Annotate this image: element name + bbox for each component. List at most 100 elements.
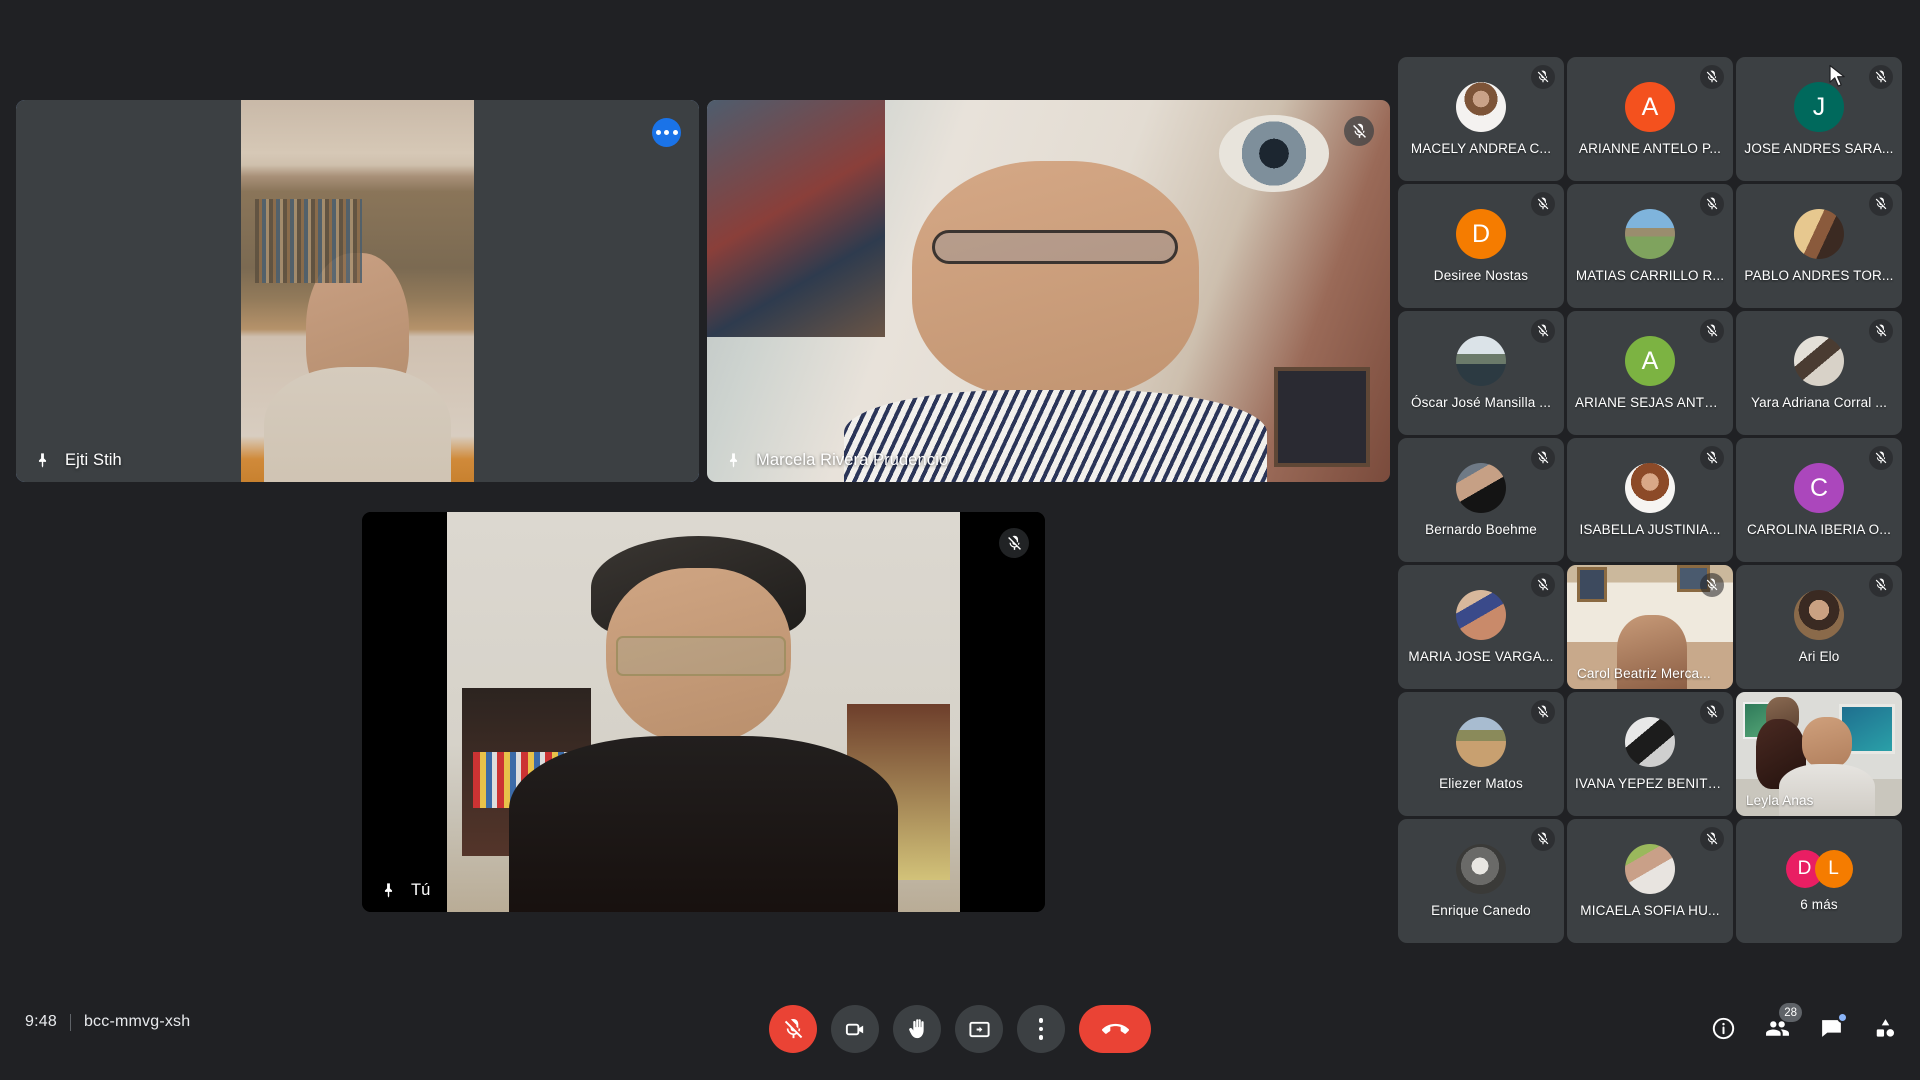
present-screen-icon	[968, 1021, 990, 1037]
mic-off-icon	[1700, 573, 1724, 597]
meeting-info: 9:48 bcc-mmvg-xsh	[25, 1013, 190, 1031]
participant-name: MARIA JOSE VARGA...	[1408, 649, 1554, 664]
participant-name: 6 más	[1800, 897, 1838, 912]
participant-name: Yara Adriana Corral ...	[1750, 395, 1887, 410]
pillarbox-right	[474, 100, 699, 482]
main-tile-ejti-stih[interactable]: Ejti Stih	[16, 100, 699, 482]
participant-tile[interactable]: Bernardo Boehme	[1398, 438, 1564, 562]
participant-tile[interactable]: A ARIANNE ANTELO P...	[1567, 57, 1733, 181]
avatar	[1456, 590, 1506, 640]
overflow-avatars: DL	[1785, 850, 1853, 888]
participant-tile[interactable]: DL 6 más	[1736, 819, 1902, 943]
person-shirt	[508, 736, 899, 912]
camera-scene	[707, 100, 1390, 482]
participant-tile[interactable]: PABLO ANDRES TOR...	[1736, 184, 1902, 308]
participant-tile[interactable]: IVANA YEPEZ BENITEZ	[1567, 692, 1733, 816]
participant-name: ISABELLA JUSTINIA...	[1579, 522, 1721, 537]
participant-grid: MACELY ANDREA C... A ARIANNE ANTELO P... J J…	[1398, 57, 1920, 952]
participant-tile[interactable]: A ARIANE SEJAS ANTE...	[1567, 311, 1733, 435]
avatar	[1625, 844, 1675, 894]
raised-hand-icon	[908, 1018, 924, 1038]
participant-name: Óscar José Mansilla ...	[1411, 395, 1551, 410]
participants-button[interactable]: 28	[1764, 1003, 1802, 1041]
avatar	[1456, 844, 1506, 894]
mic-off-icon	[1531, 65, 1555, 89]
participant-tile[interactable]: Ari Elo	[1736, 565, 1902, 689]
participant-name: MATIAS CARRILLO R...	[1575, 268, 1725, 283]
activities-icon	[1876, 1018, 1894, 1037]
main-tile-self[interactable]: Tú	[362, 512, 1045, 912]
mic-off-icon	[1700, 827, 1724, 851]
participant-name: ARIANE SEJAS ANTE...	[1575, 395, 1725, 410]
mic-off-icon	[1531, 700, 1555, 724]
mic-off-icon	[999, 528, 1029, 558]
avatar	[1456, 463, 1506, 513]
avatar: C	[1794, 463, 1844, 513]
mic-off-icon	[1700, 700, 1724, 724]
participant-name: MACELY ANDREA C...	[1410, 141, 1552, 156]
background-artwork-eye	[1219, 115, 1329, 192]
participant-name: JOSE ANDRES SARA...	[1744, 141, 1894, 156]
divider	[69, 1013, 71, 1031]
participant-tile[interactable]: Eliezer Matos	[1398, 692, 1564, 816]
participant-tile[interactable]: MACELY ANDREA C...	[1398, 57, 1564, 181]
participant-name: Desiree Nostas	[1433, 268, 1529, 283]
meet-app: Ejti Stih Marcela Rivera Prudencio Tú MA…	[0, 0, 1920, 1080]
avatar	[1625, 717, 1675, 767]
more-options-button[interactable]	[1017, 1005, 1065, 1053]
video-feed	[16, 100, 699, 482]
video-feed	[362, 512, 1045, 912]
right-controls: 28	[1710, 1003, 1898, 1041]
background-frame	[1273, 367, 1370, 467]
tile-participant-name: Marcela Rivera Prudencio	[756, 450, 949, 469]
camera-scene	[447, 512, 960, 912]
participant-tile[interactable]: MARIA JOSE VARGA...	[1398, 565, 1564, 689]
tile-participant-name: Tú	[411, 880, 431, 899]
participant-name: Carol Beatriz Merca...	[1577, 666, 1711, 681]
pin-icon	[384, 882, 393, 898]
participant-tile[interactable]: MICAELA SOFIA HU...	[1567, 819, 1733, 943]
participant-tile[interactable]: Óscar José Mansilla ...	[1398, 311, 1564, 435]
person-face	[911, 161, 1199, 398]
avatar: A	[1625, 82, 1675, 132]
camera-button[interactable]	[831, 1005, 879, 1053]
participant-tile[interactable]: J JOSE ANDRES SARA...	[1736, 57, 1902, 181]
activities-button[interactable]	[1872, 1015, 1898, 1041]
participant-name: Enrique Canedo	[1431, 903, 1531, 918]
participant-name: Ari Elo	[1798, 649, 1840, 664]
avatar	[1794, 209, 1844, 259]
participant-tile[interactable]: D Desiree Nostas	[1398, 184, 1564, 308]
participant-tile[interactable]: Enrique Canedo	[1398, 819, 1564, 943]
camera-scene	[241, 100, 474, 482]
participant-tile[interactable]: ISABELLA JUSTINIA...	[1567, 438, 1733, 562]
mic-off-icon	[1700, 319, 1724, 343]
chat-button[interactable]	[1818, 1012, 1848, 1041]
microphone-button[interactable]	[769, 1005, 817, 1053]
main-tile-marcela-rivera[interactable]: Marcela Rivera Prudencio	[707, 100, 1390, 482]
participant-tile[interactable]: C CAROLINA IBERIA O...	[1736, 438, 1902, 562]
participant-tile[interactable]: MATIAS CARRILLO R...	[1567, 184, 1733, 308]
participant-tile[interactable]: Leyla Anas	[1736, 692, 1902, 816]
tile-name-chip: Tú	[362, 868, 452, 912]
participant-tile[interactable]: Yara Adriana Corral ...	[1736, 311, 1902, 435]
raise-hand-button[interactable]	[893, 1005, 941, 1053]
participant-name: IVANA YEPEZ BENITEZ	[1575, 776, 1725, 791]
participant-name: Bernardo Boehme	[1425, 522, 1537, 537]
mic-off-icon	[1869, 446, 1893, 470]
avatar: A	[1625, 336, 1675, 386]
pillarbox-left	[16, 100, 241, 482]
present-button[interactable]	[955, 1005, 1003, 1053]
avatar	[1625, 209, 1675, 259]
participant-count-badge: 28	[1779, 1003, 1802, 1022]
participant-tile[interactable]: Carol Beatriz Merca...	[1567, 565, 1733, 689]
end-call-button[interactable]	[1079, 1005, 1151, 1053]
mic-off-icon	[1531, 192, 1555, 216]
background-painting	[707, 100, 885, 337]
more-options-icon[interactable]	[652, 118, 681, 147]
avatar	[1625, 463, 1675, 513]
end-call-icon	[1101, 1023, 1129, 1034]
participant-name: MICAELA SOFIA HU...	[1580, 903, 1720, 918]
meeting-details-button[interactable]	[1710, 1015, 1736, 1041]
avatar	[1456, 82, 1506, 132]
avatar: D	[1456, 209, 1506, 259]
